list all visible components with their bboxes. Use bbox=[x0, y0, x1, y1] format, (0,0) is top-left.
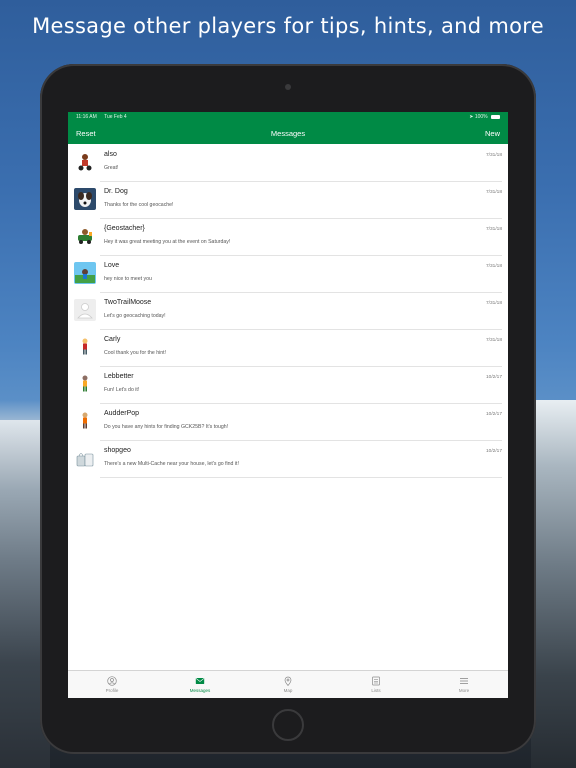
new-message-button[interactable]: New bbox=[485, 129, 500, 138]
explorer-icon bbox=[74, 373, 96, 395]
lists-icon bbox=[371, 676, 381, 686]
reset-button[interactable]: Reset bbox=[76, 129, 96, 138]
message-preview: Let's go geocaching today! bbox=[104, 313, 166, 319]
location-arrow-icon: ➤ bbox=[469, 114, 474, 120]
message-date: 7/31/18 bbox=[485, 264, 502, 269]
battery-icon bbox=[491, 114, 500, 119]
list-item[interactable]: also Great! 7/31/18 bbox=[68, 144, 508, 182]
message-preview: Great! bbox=[104, 165, 119, 171]
tablet-frame: 11:16 AM Tue Feb 4 ➤ 100% Reset Messages… bbox=[40, 64, 536, 754]
map-pin-icon bbox=[283, 676, 293, 686]
app-screen: 11:16 AM Tue Feb 4 ➤ 100% Reset Messages… bbox=[68, 112, 508, 698]
message-date: 10/2/17 bbox=[485, 449, 502, 454]
message-date: 7/31/18 bbox=[485, 190, 502, 195]
dog-photo-icon bbox=[74, 188, 96, 210]
dino-car-icon bbox=[74, 225, 96, 247]
sender-name: Dr. Dog bbox=[104, 188, 128, 195]
sender-name: {Geostacher} bbox=[104, 225, 145, 232]
message-date: 7/31/18 bbox=[485, 338, 502, 343]
list-item[interactable]: Carly Cool thank you for the hint! 7/31/… bbox=[68, 329, 508, 367]
message-preview: There's a new Multi-Cache near your hous… bbox=[104, 461, 239, 467]
message-date: 7/31/18 bbox=[485, 153, 502, 158]
list-item[interactable]: {Geostacher} Hey it was great meeting yo… bbox=[68, 218, 508, 256]
adventurer-icon bbox=[74, 410, 96, 432]
tab-label: More bbox=[458, 688, 470, 693]
background-mountain-right bbox=[531, 400, 576, 768]
hiker-icon bbox=[74, 336, 96, 358]
message-preview: Cool thank you for the hint! bbox=[104, 350, 166, 356]
tab-more[interactable]: More bbox=[420, 671, 508, 698]
list-item[interactable]: AudderPop Do you have any hints for find… bbox=[68, 403, 508, 441]
status-date: Tue Feb 4 bbox=[104, 114, 127, 120]
battery-percent: 100% bbox=[474, 114, 488, 120]
promo-headline: Message other players for tips, hints, a… bbox=[32, 14, 544, 38]
message-date: 10/2/17 bbox=[485, 412, 502, 417]
tab-label: Profile bbox=[105, 688, 119, 693]
home-button[interactable] bbox=[272, 709, 304, 741]
message-date: 10/2/17 bbox=[485, 375, 502, 380]
message-list: also Great! 7/31/18 Dr. Dog Thanks for t… bbox=[68, 144, 508, 478]
sender-name: Carly bbox=[104, 336, 121, 343]
messages-icon bbox=[195, 676, 205, 686]
scooter-rider-icon bbox=[74, 151, 96, 173]
message-preview: Fun! Let's do it! bbox=[104, 387, 140, 393]
tab-label: Messages bbox=[189, 688, 211, 693]
list-item[interactable]: Dr. Dog Thanks for the cool geocache! 7/… bbox=[68, 181, 508, 219]
sender-name: Love bbox=[104, 262, 120, 269]
sender-name: Lebbetter bbox=[104, 373, 134, 380]
tab-profile[interactable]: Profile bbox=[68, 671, 156, 698]
menu-icon bbox=[459, 676, 469, 686]
cache-container-icon bbox=[74, 447, 96, 469]
message-date: 7/31/18 bbox=[485, 227, 502, 232]
message-preview: hey nice to meet you bbox=[104, 276, 152, 282]
sender-name: AudderPop bbox=[104, 410, 140, 417]
landscape-icon bbox=[74, 262, 96, 284]
message-preview: Do you have any hints for finding GCK25B… bbox=[104, 424, 229, 430]
message-preview: Thanks for the cool geocache! bbox=[104, 202, 174, 208]
camera-icon bbox=[285, 84, 291, 90]
profile-icon bbox=[107, 676, 117, 686]
tab-label: Map bbox=[283, 688, 293, 693]
status-bar: 11:16 AM Tue Feb 4 ➤ 100% bbox=[68, 112, 508, 122]
tab-bar: Profile Messages Map Lists More bbox=[68, 670, 508, 698]
tab-lists[interactable]: Lists bbox=[332, 671, 420, 698]
nav-bar: Reset Messages New bbox=[68, 122, 508, 144]
tab-messages[interactable]: Messages bbox=[156, 671, 244, 698]
list-item[interactable]: Love hey nice to meet you 7/31/18 bbox=[68, 255, 508, 293]
message-date: 7/31/18 bbox=[485, 301, 502, 306]
status-time: 11:16 AM bbox=[76, 114, 97, 120]
placeholder-avatar-icon bbox=[74, 299, 96, 321]
list-item[interactable]: TwoTrailMoose Let's go geocaching today!… bbox=[68, 292, 508, 330]
tab-map[interactable]: Map bbox=[244, 671, 332, 698]
sender-name: also bbox=[104, 151, 117, 158]
sender-name: TwoTrailMoose bbox=[104, 299, 152, 306]
list-item[interactable]: shopgeo There's a new Multi-Cache near y… bbox=[68, 440, 508, 478]
tab-label: Lists bbox=[371, 688, 381, 693]
list-item[interactable]: Lebbetter Fun! Let's do it! 10/2/17 bbox=[68, 366, 508, 404]
page-title: Messages bbox=[270, 128, 306, 138]
message-preview: Hey it was great meeting you at the even… bbox=[104, 239, 231, 245]
sender-name: shopgeo bbox=[104, 447, 131, 454]
